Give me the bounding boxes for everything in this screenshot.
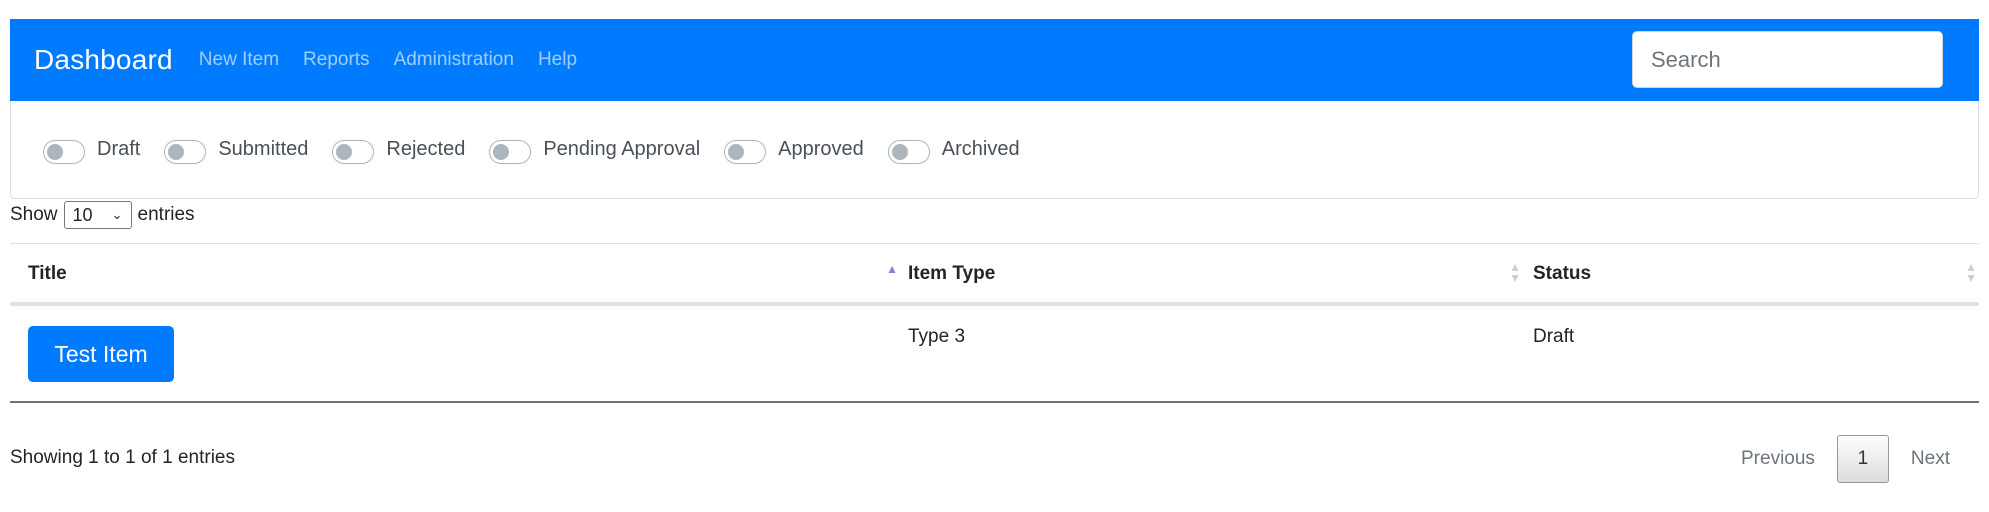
filter-toggle-rejected[interactable]: Rejected: [332, 136, 465, 164]
length-suffix: entries: [137, 204, 195, 225]
column-header-label: Item Type: [908, 262, 996, 284]
search-input[interactable]: [1632, 31, 1943, 88]
chevron-down-icon: ⌄: [111, 207, 123, 222]
column-header-label: Title: [28, 262, 67, 284]
filter-label: Approved: [778, 138, 864, 160]
sort-ascending-icon: ▲: [886, 262, 898, 276]
filter-toggle-archived[interactable]: Archived: [887, 136, 1020, 164]
toggle-switch-icon[interactable]: [489, 139, 532, 164]
nav-link-new-item[interactable]: New Item: [199, 49, 279, 71]
column-header-status[interactable]: Status ▲ ▼: [1533, 244, 1977, 303]
page-1-button[interactable]: 1: [1836, 435, 1889, 483]
filter-toggle-draft[interactable]: Draft: [43, 136, 140, 164]
toggle-switch-icon[interactable]: [724, 139, 767, 164]
item-title-button[interactable]: Test Item: [28, 326, 174, 382]
entries-per-page-select[interactable]: 10 ⌄: [63, 201, 132, 229]
item-type-cell: Type 3: [908, 326, 966, 347]
filter-label: Rejected: [386, 138, 466, 160]
column-header-label: Status: [1533, 262, 1592, 284]
filter-toggle-approved[interactable]: Approved: [724, 136, 864, 164]
next-page-button[interactable]: Next: [1889, 448, 1972, 470]
sort-neutral-icon: ▲ ▼: [1509, 260, 1521, 285]
toggle-switch-icon[interactable]: [43, 139, 85, 164]
length-prefix: Show: [10, 204, 58, 225]
previous-page-button[interactable]: Previous: [1719, 448, 1837, 470]
items-table: Title ▲ Item Type ▲ ▼ Status ▲ ▼ Test Item…: [10, 243, 1979, 403]
filter-label: Archived: [941, 138, 1020, 160]
nav-link-administration[interactable]: Administration: [394, 49, 514, 71]
filter-toggle-submitted[interactable]: Submitted: [164, 136, 308, 164]
nav-link-help[interactable]: Help: [538, 49, 577, 71]
status-cell: Draft: [1533, 326, 1575, 347]
table-header: Title ▲ Item Type ▲ ▼ Status ▲ ▼: [10, 243, 1979, 306]
filter-label: Draft: [97, 138, 141, 160]
filter-label: Pending Approval: [543, 138, 701, 160]
column-header-title[interactable]: Title ▲: [28, 244, 898, 303]
toggle-switch-icon[interactable]: [164, 139, 207, 164]
navbar-brand[interactable]: Dashboard: [34, 44, 173, 76]
page: Dashboard New Item Reports Administratio…: [0, 0, 1989, 512]
column-header-item-type[interactable]: Item Type ▲ ▼: [908, 244, 1521, 303]
filter-toggle-pending-approval[interactable]: Pending Approval: [489, 136, 700, 164]
toggle-switch-icon[interactable]: [887, 139, 930, 164]
entries-per-page-value: 10: [72, 204, 93, 225]
status-filter-bar: Draft Submitted Rejected Pending Approva…: [10, 101, 1979, 199]
table-row: Test Item Type 3 Draft: [10, 306, 1979, 403]
filter-label: Submitted: [218, 138, 309, 160]
pagination: Previous 1 Next: [1719, 435, 1972, 483]
toggle-switch-icon[interactable]: [332, 139, 375, 164]
entries-length-control: Show 10 ⌄ entries: [10, 201, 195, 229]
sort-neutral-icon: ▲ ▼: [1965, 260, 1977, 285]
table-info: Showing 1 to 1 of 1 entries: [10, 447, 235, 468]
navbar: Dashboard New Item Reports Administratio…: [10, 19, 1979, 101]
nav-link-reports[interactable]: Reports: [303, 49, 370, 71]
